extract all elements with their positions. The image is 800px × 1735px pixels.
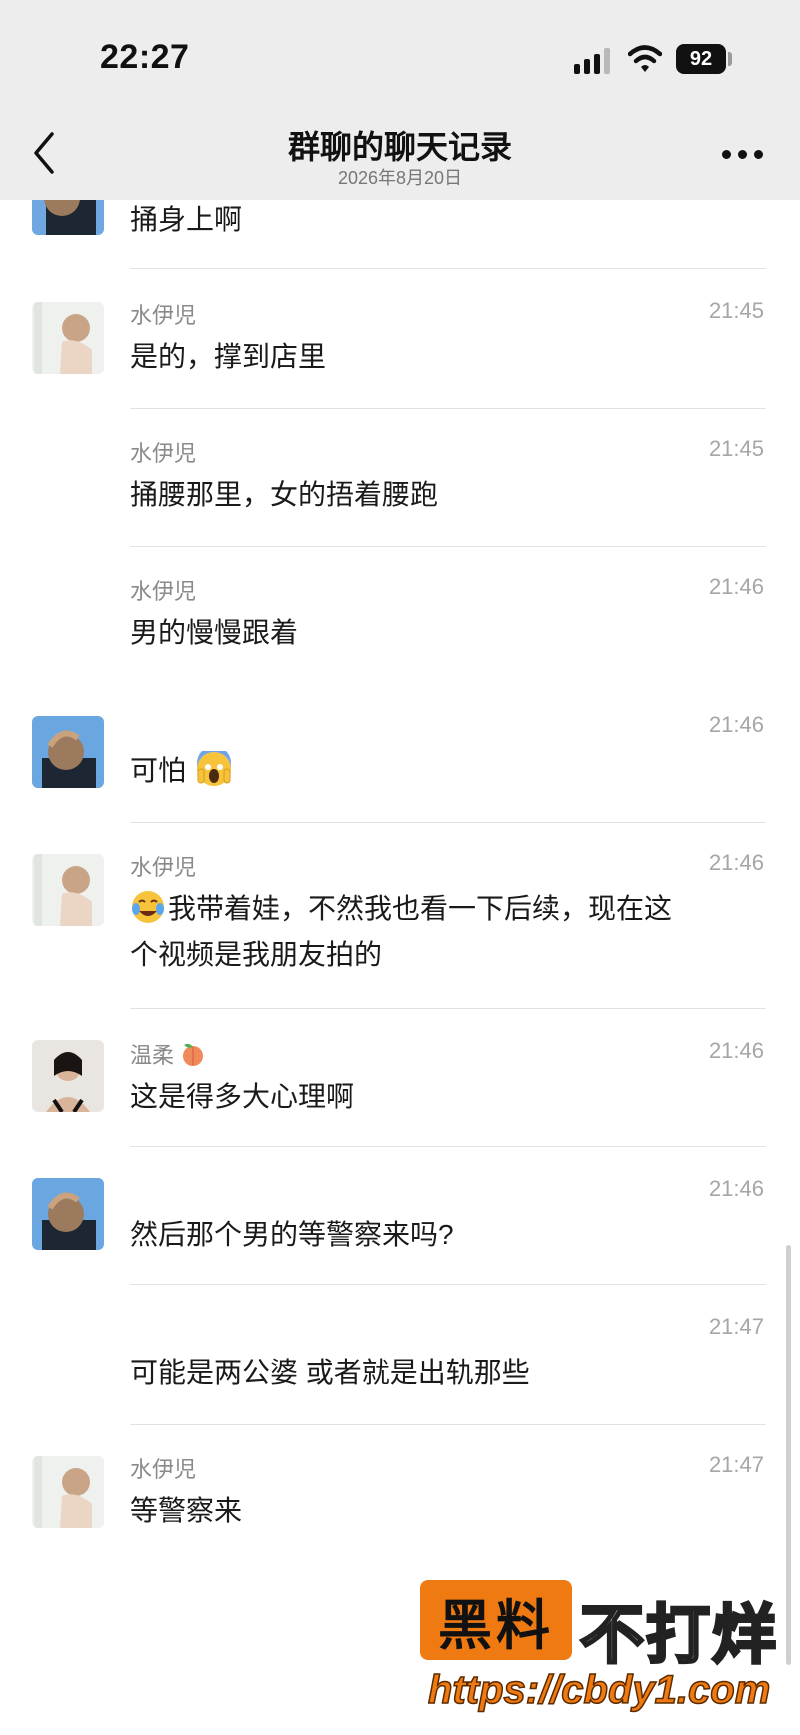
message-text: 是的，撑到店里 (130, 341, 327, 372)
message-text: 这是得多大心理啊 (130, 1081, 355, 1112)
screaming-face-emoji (196, 746, 232, 787)
message-text: 可能是两公婆 或者就是出轨那些 (130, 1357, 530, 1388)
scrollbar[interactable] (786, 1245, 791, 1665)
message-text: 捅腰那里，女的捂着腰跑 (130, 479, 439, 510)
message-text-line1: 我带着娃，不然我也看一下后续，现在这 (168, 893, 673, 924)
message-text: 我带着娃，不然我也看一下后续，现在这 个视频是我朋友拍的 (130, 886, 770, 978)
watermark-logo: 黑料 (420, 1580, 572, 1660)
watermark-url: https://cbdy1.com (427, 1667, 771, 1713)
avatar[interactable] (32, 302, 104, 374)
message-time: 21:46 (708, 574, 764, 599)
watermark-text: 不打烊 (579, 1598, 778, 1673)
divider (130, 1008, 766, 1009)
avatar[interactable] (32, 716, 104, 788)
top-bar: 22:27 92 群聊的聊天记录 2026年8月20日 (0, 0, 800, 200)
sender-name: 水伊児 (130, 303, 197, 328)
message-text: 男的慢慢跟着 (130, 617, 299, 648)
message-text: 可怕 (130, 746, 770, 794)
divider (130, 822, 766, 823)
divider (130, 408, 766, 409)
divider (130, 268, 766, 269)
avatar[interactable] (32, 1456, 104, 1528)
divider (130, 1284, 766, 1285)
battery-tip (728, 52, 732, 66)
message-time: 21:45 (708, 436, 764, 461)
sender-name: 水伊児 (130, 1457, 197, 1482)
sender-name: 水伊児 (130, 579, 197, 604)
message-text-content: 可怕 (130, 755, 187, 786)
wifi-icon (628, 45, 662, 72)
message-text: 捅身上啊 (130, 204, 243, 235)
message-time: 21:45 (708, 298, 764, 323)
divider (130, 1146, 766, 1147)
avatar[interactable] (32, 1178, 104, 1250)
cellular-signal-icon (574, 48, 610, 74)
message-time: 21:46 (708, 1038, 764, 1063)
message-time: 21:46 (708, 850, 764, 875)
tears-of-joy-emoji (130, 889, 166, 925)
status-time: 22:27 (100, 38, 190, 76)
battery-indicator: 92 (676, 44, 726, 74)
page-subtitle-date: 2026年8月20日 (337, 168, 463, 188)
avatar[interactable] (32, 1040, 104, 1112)
divider (130, 546, 766, 547)
peach-emoji (180, 1041, 206, 1073)
message-time: 21:47 (708, 1314, 764, 1339)
message-time: 21:46 (708, 1176, 764, 1201)
sender-name: 水伊児 (130, 855, 197, 880)
message-time: 21:46 (708, 712, 764, 737)
message-time: 21:47 (708, 1452, 764, 1477)
avatar[interactable] (32, 854, 104, 926)
page-title: 群聊的聊天记录 (287, 129, 512, 165)
message-text: 等警察来 (130, 1495, 243, 1526)
sender-name: 水伊児 (130, 441, 197, 466)
message-text-line2: 个视频是我朋友拍的 (130, 939, 383, 970)
more-dots-icon[interactable] (722, 150, 764, 160)
sender-name: 温柔 (130, 1038, 206, 1073)
divider (130, 1424, 766, 1425)
message-text: 然后那个男的等警察来吗? (130, 1219, 454, 1250)
